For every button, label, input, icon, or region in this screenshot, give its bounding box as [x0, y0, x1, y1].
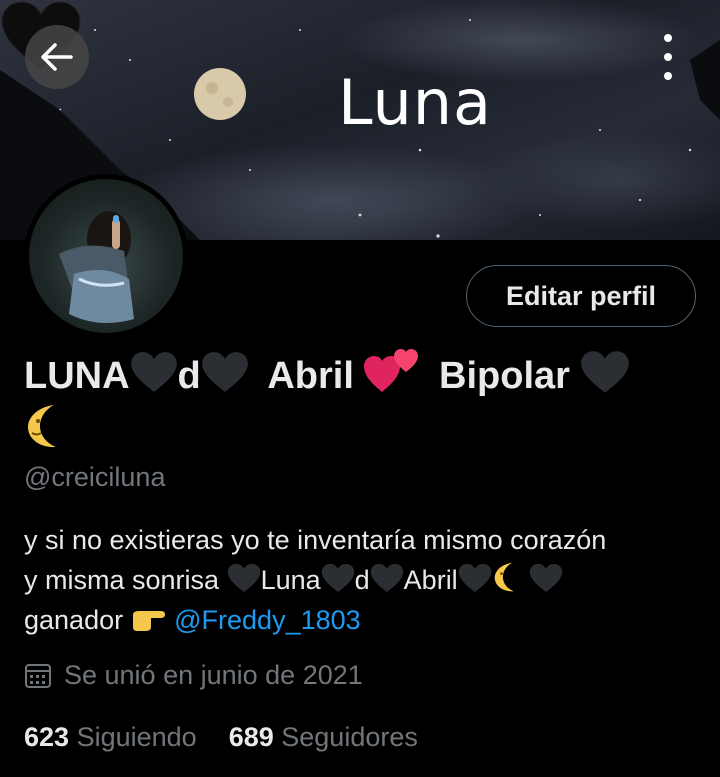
display-name: LUNA d Abril Bipolar — [24, 348, 704, 458]
name-part-abril: Abril — [267, 355, 354, 397]
more-vertical-icon — [664, 34, 672, 42]
crescent-moon-face-icon — [494, 562, 514, 592]
mention-link[interactable]: @Freddy_1803 — [174, 605, 361, 635]
name-part-bipolar: Bipolar — [439, 355, 570, 397]
profile-bio: y si no existieras yo te inventaría mism… — [24, 525, 607, 635]
edit-profile-button[interactable]: Editar perfil — [466, 265, 696, 327]
back-button[interactable] — [25, 25, 89, 89]
avatar[interactable] — [24, 174, 188, 338]
arrow-left-icon — [41, 43, 73, 71]
pointing-right-hand-icon — [132, 611, 165, 631]
black-heart-icon — [581, 351, 630, 393]
join-date-text: Se unió en junio de 2021 — [64, 660, 363, 690]
two-hearts-icon — [364, 349, 419, 392]
banner-title: Luna — [338, 66, 493, 139]
join-date: Se unió en junio de 2021 — [24, 660, 363, 691]
following-count: 623 — [24, 722, 70, 752]
black-heart-icon — [130, 352, 177, 392]
black-heart-icon — [201, 352, 248, 392]
crescent-moon-face-icon — [28, 405, 56, 448]
followers-link[interactable]: 689 Seguidores — [229, 722, 418, 753]
avatar-photo — [59, 211, 134, 323]
black-heart-icon — [227, 563, 260, 593]
black-heart-icon — [458, 563, 491, 593]
following-link[interactable]: 623 Siguiendo — [24, 722, 197, 753]
follow-stats: 623 Siguiendo 689 Seguidores — [24, 722, 450, 753]
moon-image — [194, 68, 246, 120]
user-handle: @creiciluna — [24, 462, 166, 492]
black-heart-icon — [321, 563, 354, 593]
calendar-icon — [25, 663, 51, 688]
more-options-button[interactable] — [650, 34, 686, 80]
followers-label: Seguidores — [281, 722, 418, 752]
black-heart-icon — [530, 563, 563, 593]
name-part-luna: LUNA — [24, 355, 130, 397]
name-part-d: d — [177, 355, 201, 397]
following-label: Siguiendo — [76, 722, 197, 752]
followers-count: 689 — [228, 722, 274, 752]
black-heart-icon — [370, 563, 403, 593]
